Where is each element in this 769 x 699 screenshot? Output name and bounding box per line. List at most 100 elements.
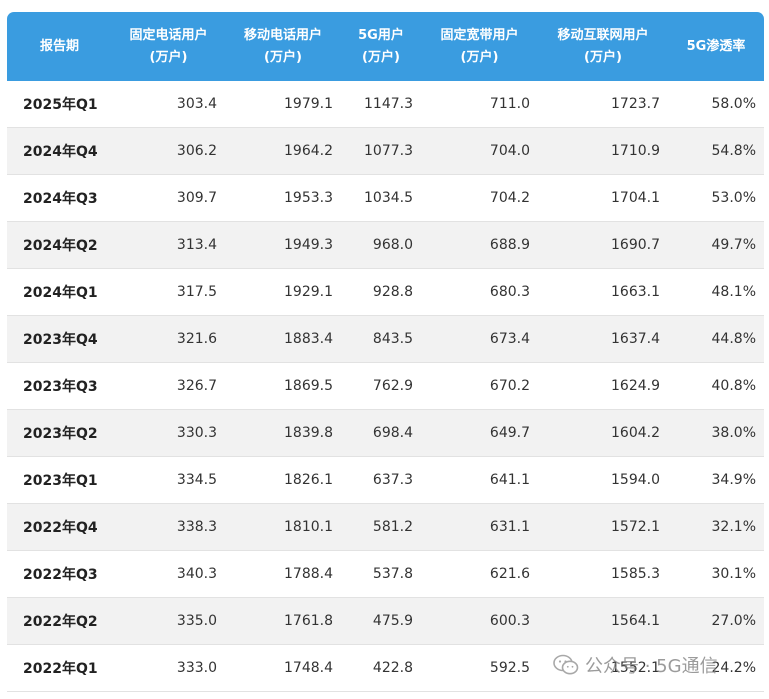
table-body: 2025年Q1 303.4 1979.1 1147.3 711.0 1723.7 58.0%… xyxy=(7,81,764,692)
cell-mobile-phone: 1964.2 xyxy=(225,128,341,175)
cell-mobile-internet: 1704.1 xyxy=(538,175,668,222)
cell-5g-users: 762.9 xyxy=(341,363,421,410)
cell-5g-users: 843.5 xyxy=(341,316,421,363)
cell-fixed-broadband: 704.0 xyxy=(421,128,538,175)
cell-5g-penetration: 30.1% xyxy=(668,551,764,598)
cell-mobile-phone: 1839.8 xyxy=(225,410,341,457)
cell-period: 2024年Q1 xyxy=(7,269,112,316)
cell-mobile-internet: 1564.1 xyxy=(538,598,668,645)
cell-fixed-phone: 321.6 xyxy=(112,316,225,363)
table-row: 2022年Q2 335.0 1761.8 475.9 600.3 1564.1 27.0% xyxy=(7,598,764,645)
cell-5g-users: 1077.3 xyxy=(341,128,421,175)
cell-5g-users: 422.8 xyxy=(341,645,421,692)
table-row: 2023年Q4 321.6 1883.4 843.5 673.4 1637.4 44.8% xyxy=(7,316,764,363)
cell-fixed-phone: 334.5 xyxy=(112,457,225,504)
table-row: 2024年Q2 313.4 1949.3 968.0 688.9 1690.7 49.7% xyxy=(7,222,764,269)
cell-5g-penetration: 38.0% xyxy=(668,410,764,457)
header-mobile-phone: 移动电话用户 (万户) xyxy=(225,12,341,81)
cell-fixed-broadband: 680.3 xyxy=(421,269,538,316)
cell-period: 2023年Q1 xyxy=(7,457,112,504)
header-5g-penetration: 5G渗透率 xyxy=(668,12,764,81)
cell-fixed-phone: 306.2 xyxy=(112,128,225,175)
table-row: 2023年Q1 334.5 1826.1 637.3 641.1 1594.0 34.9% xyxy=(7,457,764,504)
cell-mobile-phone: 1979.1 xyxy=(225,81,341,128)
header-fixed-phone: 固定电话用户 (万户) xyxy=(112,12,225,81)
cell-5g-users: 698.4 xyxy=(341,410,421,457)
cell-5g-penetration: 48.1% xyxy=(668,269,764,316)
cell-period: 2022年Q3 xyxy=(7,551,112,598)
cell-mobile-phone: 1929.1 xyxy=(225,269,341,316)
cell-fixed-phone: 335.0 xyxy=(112,598,225,645)
cell-mobile-internet: 1710.9 xyxy=(538,128,668,175)
cell-mobile-phone: 1761.8 xyxy=(225,598,341,645)
table-row: 2022年Q3 340.3 1788.4 537.8 621.6 1585.3 30.1% xyxy=(7,551,764,598)
cell-period: 2022年Q4 xyxy=(7,504,112,551)
cell-fixed-broadband: 621.6 xyxy=(421,551,538,598)
cell-5g-penetration: 54.8% xyxy=(668,128,764,175)
cell-fixed-broadband: 600.3 xyxy=(421,598,538,645)
cell-mobile-phone: 1810.1 xyxy=(225,504,341,551)
cell-period: 2022年Q2 xyxy=(7,598,112,645)
cell-mobile-internet: 1663.1 xyxy=(538,269,668,316)
table-row: 2024年Q1 317.5 1929.1 928.8 680.3 1663.1 48.1% xyxy=(7,269,764,316)
cell-mobile-internet: 1594.0 xyxy=(538,457,668,504)
cell-fixed-broadband: 649.7 xyxy=(421,410,538,457)
cell-fixed-phone: 313.4 xyxy=(112,222,225,269)
cell-5g-users: 1147.3 xyxy=(341,81,421,128)
page: 报告期 固定电话用户 (万户) 移动电话用户 (万户) 5G用户 (万户) 固定宽带用… xyxy=(0,0,769,699)
cell-5g-users: 637.3 xyxy=(341,457,421,504)
header-mobile-internet: 移动互联网用户 (万户) xyxy=(538,12,668,81)
cell-mobile-internet: 1604.2 xyxy=(538,410,668,457)
cell-5g-users: 581.2 xyxy=(341,504,421,551)
table-row: 2024年Q3 309.7 1953.3 1034.5 704.2 1704.1 53.0% xyxy=(7,175,764,222)
cell-period: 2024年Q4 xyxy=(7,128,112,175)
cell-fixed-broadband: 631.1 xyxy=(421,504,538,551)
cell-mobile-internet: 1690.7 xyxy=(538,222,668,269)
cell-5g-penetration: 24.2% xyxy=(668,645,764,692)
cell-5g-penetration: 44.8% xyxy=(668,316,764,363)
cell-fixed-phone: 340.3 xyxy=(112,551,225,598)
cell-mobile-internet: 1624.9 xyxy=(538,363,668,410)
table-row: 2023年Q2 330.3 1839.8 698.4 649.7 1604.2 38.0% xyxy=(7,410,764,457)
cell-fixed-phone: 330.3 xyxy=(112,410,225,457)
table-row: 2022年Q1 333.0 1748.4 422.8 592.5 1552.1 24.2% xyxy=(7,645,764,692)
header-5g-users: 5G用户 (万户) xyxy=(341,12,421,81)
cell-mobile-phone: 1949.3 xyxy=(225,222,341,269)
cell-fixed-broadband: 688.9 xyxy=(421,222,538,269)
cell-fixed-broadband: 704.2 xyxy=(421,175,538,222)
cell-fixed-phone: 326.7 xyxy=(112,363,225,410)
cell-mobile-phone: 1953.3 xyxy=(225,175,341,222)
cell-period: 2023年Q4 xyxy=(7,316,112,363)
cell-fixed-broadband: 592.5 xyxy=(421,645,538,692)
table-row: 2023年Q3 326.7 1869.5 762.9 670.2 1624.9 40.8% xyxy=(7,363,764,410)
cell-5g-users: 537.8 xyxy=(341,551,421,598)
cell-period: 2025年Q1 xyxy=(7,81,112,128)
cell-fixed-broadband: 673.4 xyxy=(421,316,538,363)
header-fixed-broadband: 固定宽带用户 (万户) xyxy=(421,12,538,81)
cell-period: 2022年Q1 xyxy=(7,645,112,692)
cell-5g-penetration: 58.0% xyxy=(668,81,764,128)
cell-mobile-phone: 1869.5 xyxy=(225,363,341,410)
cell-mobile-phone: 1826.1 xyxy=(225,457,341,504)
cell-fixed-phone: 333.0 xyxy=(112,645,225,692)
cell-fixed-broadband: 641.1 xyxy=(421,457,538,504)
table-row: 2022年Q4 338.3 1810.1 581.2 631.1 1572.1 32.1% xyxy=(7,504,764,551)
cell-mobile-internet: 1585.3 xyxy=(538,551,668,598)
cell-5g-penetration: 40.8% xyxy=(668,363,764,410)
cell-fixed-phone: 317.5 xyxy=(112,269,225,316)
cell-mobile-internet: 1552.1 xyxy=(538,645,668,692)
cell-5g-users: 475.9 xyxy=(341,598,421,645)
cell-mobile-internet: 1723.7 xyxy=(538,81,668,128)
cell-period: 2024年Q2 xyxy=(7,222,112,269)
cell-fixed-phone: 338.3 xyxy=(112,504,225,551)
data-table: 报告期 固定电话用户 (万户) 移动电话用户 (万户) 5G用户 (万户) 固定宽带用… xyxy=(7,12,764,692)
cell-mobile-phone: 1883.4 xyxy=(225,316,341,363)
cell-5g-users: 1034.5 xyxy=(341,175,421,222)
cell-mobile-internet: 1637.4 xyxy=(538,316,668,363)
table-row: 2025年Q1 303.4 1979.1 1147.3 711.0 1723.7 58.0% xyxy=(7,81,764,128)
table-header-row: 报告期 固定电话用户 (万户) 移动电话用户 (万户) 5G用户 (万户) 固定宽带用… xyxy=(7,12,764,81)
cell-5g-penetration: 49.7% xyxy=(668,222,764,269)
cell-period: 2023年Q2 xyxy=(7,410,112,457)
cell-period: 2024年Q3 xyxy=(7,175,112,222)
cell-5g-users: 968.0 xyxy=(341,222,421,269)
